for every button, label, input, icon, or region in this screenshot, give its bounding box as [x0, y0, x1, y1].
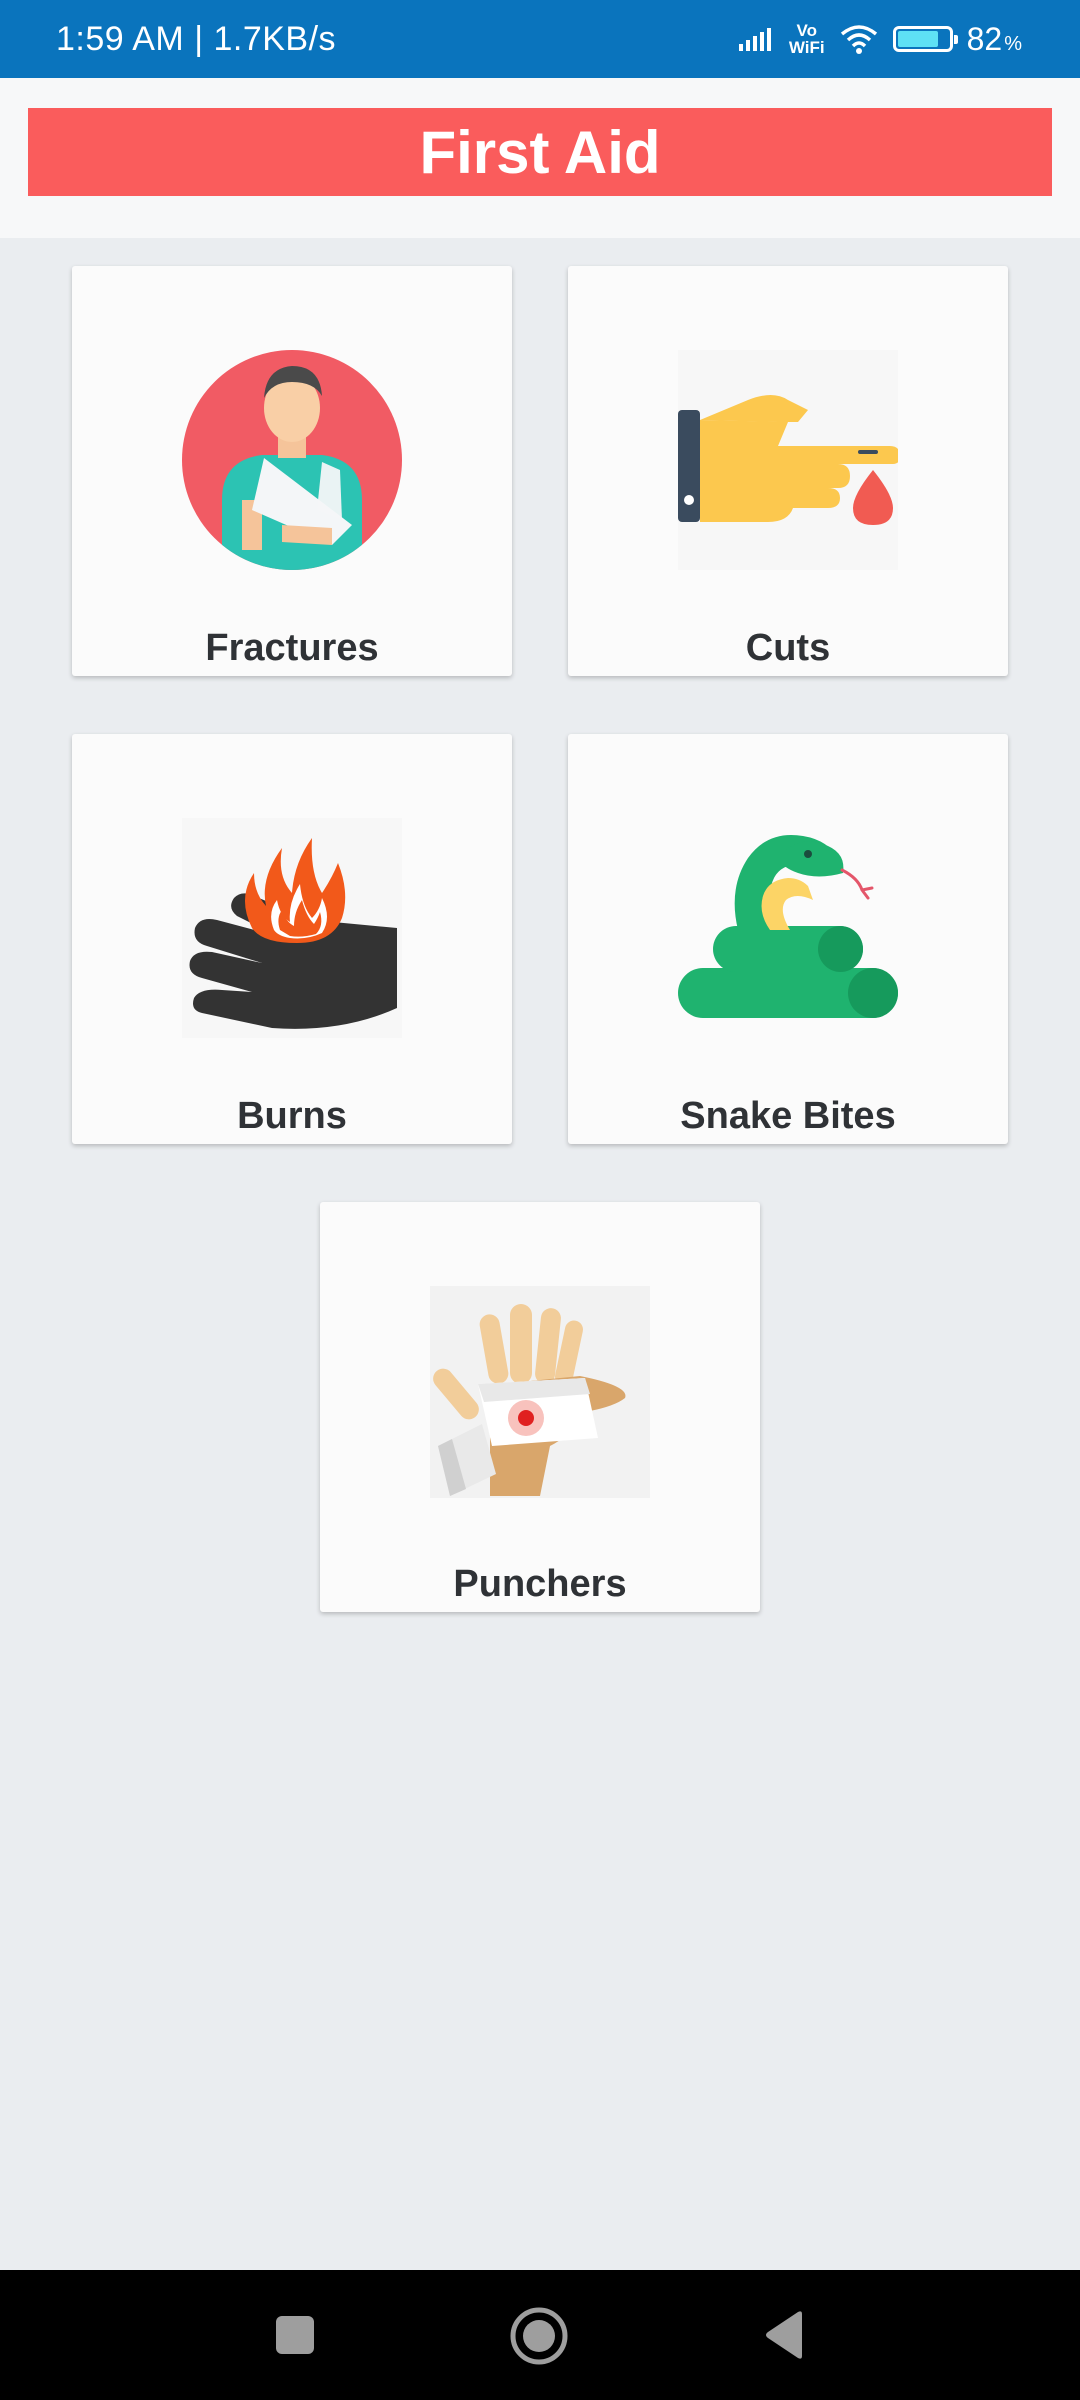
circle-home-icon [510, 2307, 568, 2365]
status-bar: 1:59 AM | 1.7KB/s Vo WiFi 82% [0, 0, 1080, 78]
card-punchers[interactable]: Punchers [320, 1202, 760, 1612]
bleeding-finger-icon [678, 350, 898, 570]
vowifi-icon: Vo WiFi [789, 22, 825, 56]
burning-hand-icon [182, 818, 402, 1038]
bandaged-hand-icon [430, 1286, 650, 1498]
app-header: First Aid [0, 78, 1080, 238]
snake-icon [678, 834, 898, 1018]
card-label-snake-bites: Snake Bites [680, 1095, 896, 1137]
home-button[interactable] [509, 2306, 569, 2371]
card-fractures[interactable]: Fractures [72, 266, 512, 676]
card-burns[interactable]: Burns [72, 734, 512, 1144]
card-label-burns: Burns [237, 1095, 347, 1137]
square-recents-icon [276, 2316, 314, 2354]
navigation-bar [0, 2270, 1080, 2400]
back-button[interactable] [762, 2310, 806, 2365]
card-label-punchers: Punchers [453, 1563, 627, 1605]
battery-level-text: 82 [966, 20, 1003, 57]
card-snake-bites[interactable]: Snake Bites [568, 734, 1008, 1144]
card-label-fractures: Fractures [205, 627, 379, 669]
battery-fill [897, 31, 938, 47]
arm-sling-person-icon [182, 350, 402, 570]
battery-icon [892, 26, 958, 52]
status-time-speed: 1:59 AM | 1.7KB/s [56, 19, 337, 58]
battery-unit: % [1004, 32, 1022, 55]
title-bar: First Aid [28, 108, 1052, 196]
page-title: First Aid [419, 118, 661, 186]
card-label-cuts: Cuts [745, 627, 831, 669]
vowifi-top: Vo [796, 21, 817, 40]
signal-icon [738, 28, 771, 51]
card-cuts[interactable]: Cuts [568, 266, 1008, 676]
vowifi-bottom: WiFi [788, 38, 825, 57]
battery-percentage: 82% [967, 21, 1022, 58]
recents-button[interactable] [274, 2314, 316, 2361]
triangle-back-icon [766, 2311, 802, 2359]
wifi-icon [840, 25, 877, 54]
status-icons: Vo WiFi 82% [737, 0, 1022, 78]
